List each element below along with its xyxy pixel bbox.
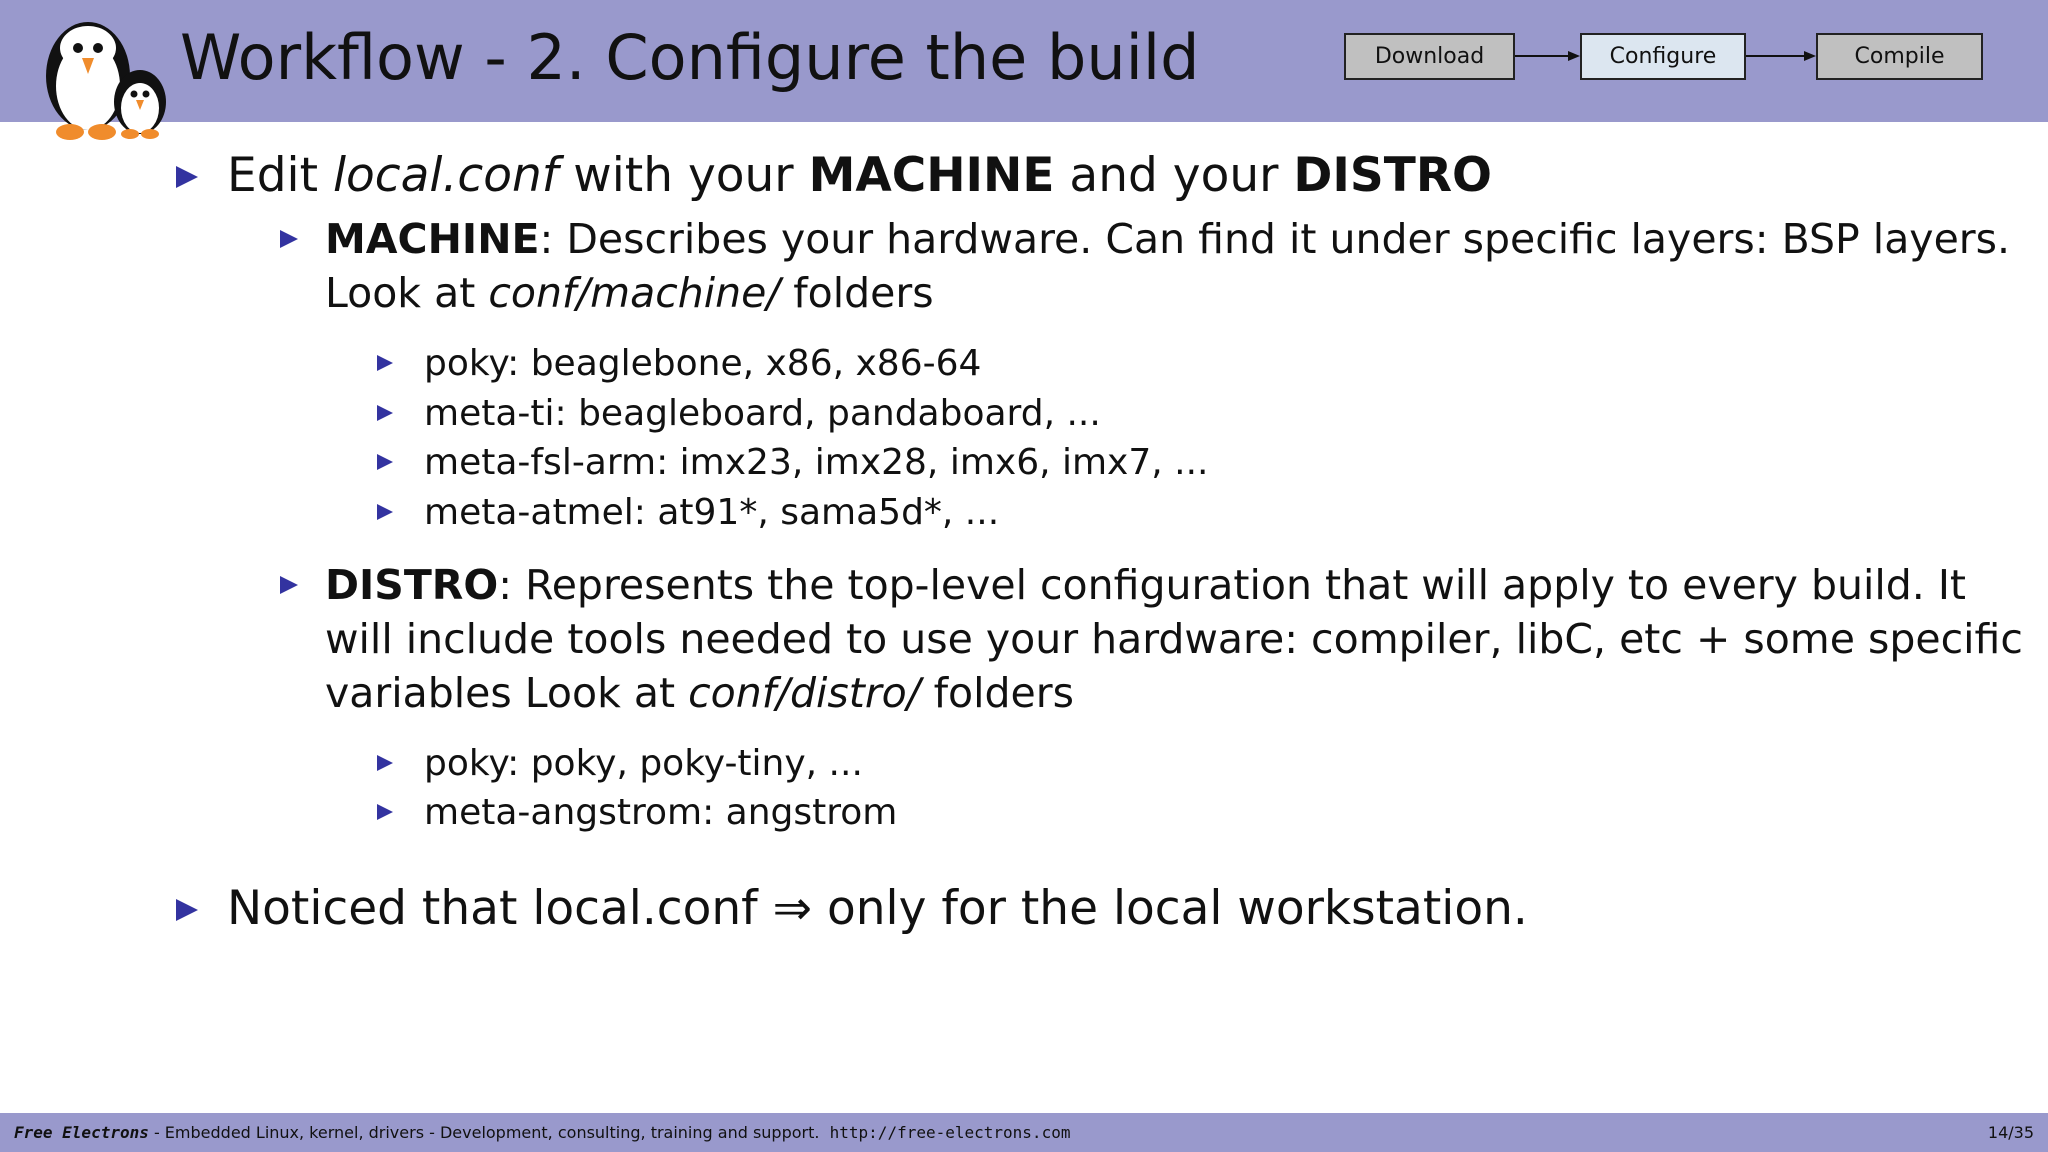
distro-description-line2: will include tools needed to use your ha… <box>325 615 2023 663</box>
bullet-icon <box>377 454 393 470</box>
footer-bar: Free Electrons - Embedded Linux, kernel,… <box>0 1113 2048 1152</box>
bullet-icon <box>377 355 393 371</box>
distro-example: poky: poky, poky-tiny, ... <box>424 743 863 784</box>
item-text: and your <box>1054 148 1294 203</box>
machine-text: folders <box>780 269 934 317</box>
keyword-machine: MACHINE <box>808 148 1055 203</box>
item-text: Edit <box>227 148 333 203</box>
bullet-icon <box>176 166 198 188</box>
page-number: 14/35 <box>1987 1123 2034 1142</box>
item-edit-local-conf: Edit local.conf with your MACHINE and yo… <box>227 148 1492 204</box>
machine-text: Look at <box>325 269 489 317</box>
machine-description-line2: Look at conf/machine/ folders <box>325 266 934 320</box>
keyword-distro: DISTRO <box>325 561 499 609</box>
machine-path: conf/machine/ <box>488 269 781 317</box>
distro-text: : Represents the top-level configuration… <box>498 561 1967 609</box>
distro-text: folders <box>920 669 1074 717</box>
machine-text: : Describes your hardware. Can find it u… <box>539 215 2011 263</box>
machine-example: meta-fsl-arm: imx23, imx28, imx6, imx7, … <box>424 442 1209 483</box>
workflow-arrows <box>1515 51 1816 61</box>
footer-url-link[interactable]: http://free-electrons.com <box>830 1123 1071 1142</box>
bullet-icon <box>377 755 393 771</box>
keyword-machine: MACHINE <box>325 215 540 263</box>
bullet-icon <box>377 804 393 820</box>
machine-example: meta-atmel: at91*, sama5d*, ... <box>424 492 1000 533</box>
footer-text: Free Electrons - Embedded Linux, kernel,… <box>14 1113 1070 1152</box>
machine-example: poky: beaglebone, x86, x86-64 <box>424 343 982 384</box>
bullet-icon <box>280 576 298 594</box>
footer-tagline: - Embedded Linux, kernel, drivers - Deve… <box>148 1123 830 1142</box>
bullet-icon <box>280 230 298 248</box>
bullet-icon <box>377 405 393 421</box>
distro-example: meta-angstrom: angstrom <box>424 792 898 833</box>
item-local-conf-note: Noticed that local.conf ⇒ only for the l… <box>227 881 1528 936</box>
distro-text: variables Look at <box>325 669 689 717</box>
item-text: with your <box>558 148 809 203</box>
bullet-icon <box>377 504 393 520</box>
distro-path: conf/distro/ <box>688 669 921 717</box>
footer-brand: Free Electrons <box>14 1123 149 1142</box>
machine-description-line1: MACHINE: Describes your hardware. Can fi… <box>325 212 2010 266</box>
file-name: local.conf <box>332 148 559 203</box>
distro-description-line1: DISTRO: Represents the top-level configu… <box>325 558 1966 612</box>
keyword-distro: DISTRO <box>1293 148 1492 203</box>
bullet-icon <box>176 899 198 921</box>
distro-description-line3: variables Look at conf/distro/ folders <box>325 666 1074 720</box>
machine-example: meta-ti: beagleboard, pandaboard, ... <box>424 393 1101 434</box>
